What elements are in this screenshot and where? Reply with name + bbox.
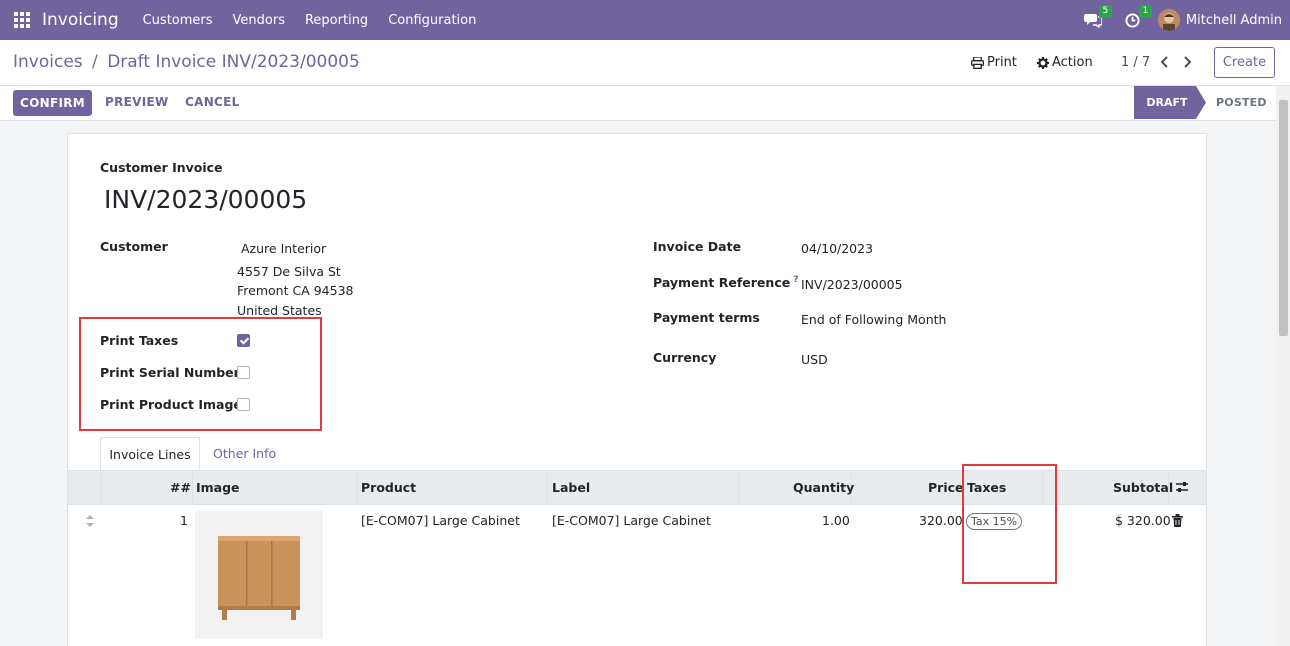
payment-reference-label: Payment Reference? bbox=[653, 275, 799, 291]
row-subtotal: $ 320.00 bbox=[1115, 513, 1171, 528]
messages-button[interactable]: 5 bbox=[1082, 5, 1112, 31]
trash-icon bbox=[1172, 514, 1183, 527]
address-line-2: Fremont CA 94538 bbox=[237, 283, 354, 298]
chevron-right-icon bbox=[1184, 56, 1192, 68]
col-header-label[interactable]: Label bbox=[552, 480, 590, 495]
gear-icon bbox=[1037, 56, 1049, 69]
pager-next-button[interactable] bbox=[1180, 52, 1194, 72]
print-icon bbox=[971, 56, 984, 69]
top-navbar: Invoicing Customers Vendors Reporting Co… bbox=[0, 0, 1290, 40]
row-delete-button[interactable] bbox=[1172, 514, 1183, 531]
stage-posted[interactable]: POSTED bbox=[1216, 96, 1267, 109]
action-label: Action bbox=[1052, 55, 1093, 70]
status-bar: CONFIRM PREVIEW CANCEL DRAFT POSTED bbox=[0, 86, 1276, 121]
product-image[interactable] bbox=[195, 511, 323, 639]
activities-button[interactable]: 1 bbox=[1122, 5, 1152, 31]
column-separator bbox=[738, 471, 739, 504]
messages-badge: 5 bbox=[1098, 5, 1112, 18]
scrollbar-thumb[interactable] bbox=[1279, 100, 1288, 336]
row-drag-handle[interactable] bbox=[85, 514, 95, 532]
col-header-image[interactable]: Image bbox=[196, 480, 240, 495]
customer-label: Customer bbox=[100, 239, 168, 254]
breadcrumb-current: Draft Invoice INV/2023/00005 bbox=[107, 52, 360, 72]
tab-other-info[interactable]: Other Info bbox=[213, 446, 276, 461]
menu-vendors[interactable]: Vendors bbox=[233, 13, 285, 28]
currency-value[interactable]: USD bbox=[801, 352, 828, 367]
customer-name[interactable]: Azure Interior bbox=[241, 241, 326, 256]
payment-terms-value[interactable]: End of Following Month bbox=[801, 312, 946, 327]
column-separator bbox=[192, 471, 193, 504]
invoice-date-value[interactable]: 04/10/2023 bbox=[801, 241, 873, 256]
invoice-number: INV/2023/00005 bbox=[104, 185, 308, 214]
row-label[interactable]: [E-COM07] Large Cabinet bbox=[552, 513, 711, 528]
column-separator bbox=[357, 471, 358, 504]
col-header-product[interactable]: Product bbox=[361, 480, 416, 495]
confirm-button[interactable]: CONFIRM bbox=[13, 90, 92, 116]
col-header-price[interactable]: Price bbox=[928, 480, 964, 495]
payment-reference-value[interactable]: INV/2023/00005 bbox=[801, 277, 903, 292]
chevron-left-icon bbox=[1160, 56, 1168, 68]
menu-customers[interactable]: Customers bbox=[143, 13, 213, 28]
stage-draft[interactable]: DRAFT bbox=[1134, 86, 1206, 119]
breadcrumb-separator: / bbox=[92, 52, 98, 72]
print-label: Print bbox=[987, 55, 1017, 70]
currency-label: Currency bbox=[653, 350, 717, 365]
highlight-taxes-column bbox=[962, 464, 1057, 584]
payment-terms-label: Payment terms bbox=[653, 310, 760, 325]
column-separator bbox=[101, 471, 102, 504]
create-button[interactable]: Create bbox=[1214, 47, 1275, 78]
activities-badge: 1 bbox=[1138, 5, 1152, 18]
user-name[interactable]: Mitchell Admin bbox=[1186, 13, 1282, 28]
row-product[interactable]: [E-COM07] Large Cabinet bbox=[361, 513, 520, 528]
highlight-print-options bbox=[79, 317, 322, 431]
row-price[interactable]: 320.00 bbox=[919, 513, 963, 528]
address-line-1: 4557 De Silva St bbox=[237, 264, 341, 279]
help-icon[interactable]: ? bbox=[793, 275, 798, 285]
control-panel: Invoices / Draft Invoice INV/2023/00005 … bbox=[0, 40, 1290, 86]
col-header-num[interactable]: ## bbox=[170, 480, 191, 495]
apps-menu-icon[interactable] bbox=[14, 12, 30, 28]
user-avatar[interactable] bbox=[1157, 9, 1180, 31]
breadcrumb: Invoices / Draft Invoice INV/2023/00005 bbox=[13, 52, 360, 72]
menu-configuration[interactable]: Configuration bbox=[388, 13, 476, 28]
menu-reporting[interactable]: Reporting bbox=[305, 13, 368, 28]
sliders-icon bbox=[1176, 482, 1188, 492]
cancel-button[interactable]: CANCEL bbox=[185, 95, 240, 109]
sort-handle-icon bbox=[86, 515, 94, 527]
row-number: 1 bbox=[180, 513, 188, 528]
col-header-subtotal[interactable]: Subtotal bbox=[1113, 480, 1173, 495]
preview-button[interactable]: PREVIEW bbox=[105, 95, 169, 109]
tab-invoice-lines[interactable]: Invoice Lines bbox=[100, 437, 200, 471]
invoice-type-label: Customer Invoice bbox=[100, 160, 223, 175]
row-quantity[interactable]: 1.00 bbox=[822, 513, 850, 528]
column-separator bbox=[547, 471, 548, 504]
invoice-date-label: Invoice Date bbox=[653, 239, 742, 254]
print-button[interactable]: Print bbox=[971, 55, 1017, 70]
col-header-quantity[interactable]: Quantity bbox=[793, 480, 854, 495]
optional-columns-toggle[interactable] bbox=[1175, 480, 1189, 498]
address-line-3: United States bbox=[237, 303, 322, 318]
breadcrumb-invoices[interactable]: Invoices bbox=[13, 52, 83, 72]
app-name[interactable]: Invoicing bbox=[42, 10, 119, 30]
pager-previous-button[interactable] bbox=[1158, 52, 1172, 72]
pager-value[interactable]: 1 / 7 bbox=[1121, 55, 1150, 70]
action-button[interactable]: Action bbox=[1037, 55, 1093, 70]
